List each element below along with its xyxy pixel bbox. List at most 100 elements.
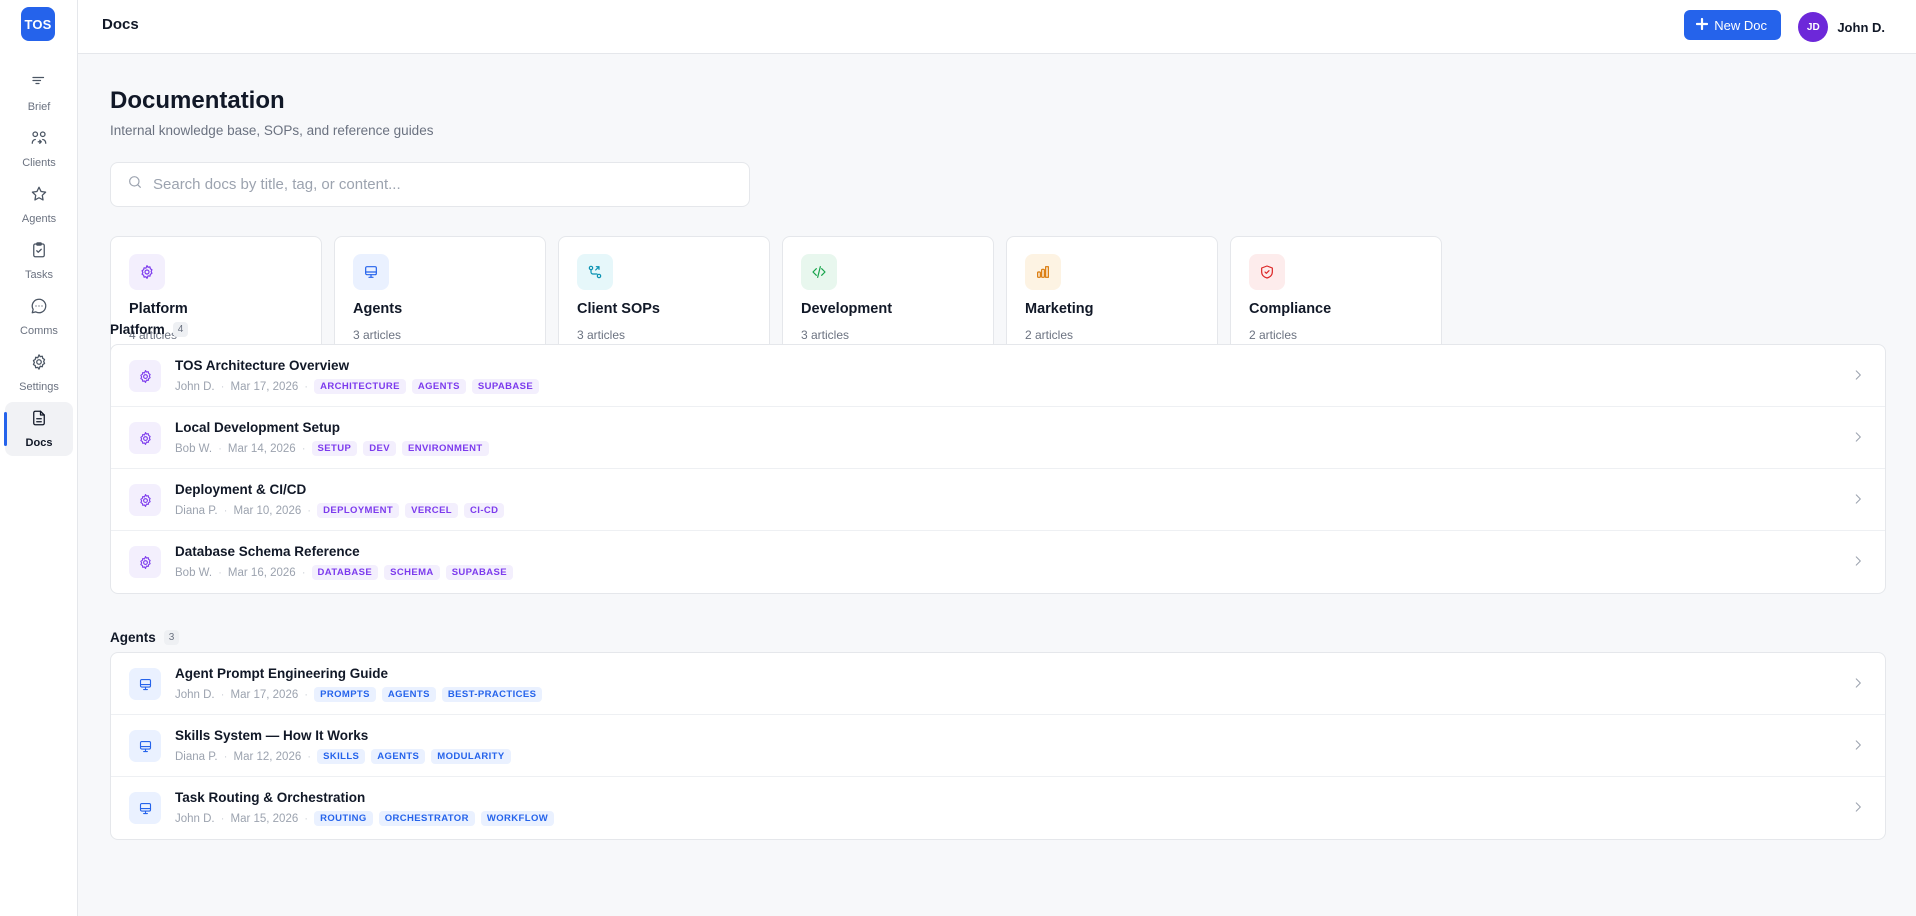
section-count: 4 [172,322,189,337]
doc-tag[interactable]: DEV [363,441,396,456]
doc-row[interactable]: TOS Architecture Overview John D. · Mar 17,… [111,345,1885,407]
gear-icon [30,353,48,376]
doc-title: TOS Architecture Overview [175,358,350,373]
doc-list: TOS Architecture Overview John D. · Mar 17,… [110,344,1886,594]
doc-author: John D. [175,688,215,701]
topbar: Docs New Doc JD John D. [78,0,1916,54]
doc-row[interactable]: Database Schema Reference Bob W. · Mar 16, … [111,531,1885,593]
doc-date: Mar 12, 2026 [233,750,302,763]
doc-tag[interactable]: SCHEMA [384,565,440,580]
separator-dot: · [223,750,228,763]
doc-meta: Bob W. · Mar 14, 2026 · SETUP DEV ENVIRONMENT [175,441,489,456]
sidebar-item-label: Settings [19,381,59,393]
doc-tag[interactable]: ENVIRONMENT [401,441,489,456]
doc-tag[interactable]: CI-CD [464,503,505,518]
sidebar-item-docs[interactable]: Docs [4,402,73,456]
section-header: Agents 3 [110,630,180,645]
doc-author: Diana P. [175,504,218,517]
category-count: 3 articles [577,328,626,342]
category-name: Agents [353,301,403,317]
doc-meta: John D. · Mar 17, 2026 · ARCHITECTURE AGENTS S… [175,379,540,394]
separator-dot: · [220,688,225,701]
doc-tag[interactable]: BEST-PRACTICES [441,687,543,702]
doc-tag[interactable]: ROUTING [314,811,373,826]
workflow-icon [577,254,613,290]
category-name: Marketing [1025,301,1094,317]
doc-tag[interactable]: WORKFLOW [480,811,555,826]
page-title: Documentation [110,87,285,114]
doc-tag[interactable]: SETUP [311,441,358,456]
sidebar-item-settings[interactable]: Settings [5,346,73,400]
section-title: Platform [110,322,165,337]
doc-tag[interactable]: VERCEL [405,503,459,518]
doc-tag[interactable]: AGENTS [381,687,436,702]
doc-list: Agent Prompt Engineering Guide John D. · Ma… [110,652,1886,840]
doc-author: John D. [175,380,215,393]
doc-row[interactable]: Local Development Setup Bob W. · Mar 14, 20… [111,407,1885,469]
doc-tag[interactable]: SUPABASE [471,379,540,394]
doc-author: Bob W. [175,442,213,455]
doc-row[interactable]: Skills System — How It Works Diana P. · Mar… [111,715,1885,777]
doc-tag[interactable]: SKILLS [317,749,366,764]
doc-meta: Diana P. · Mar 10, 2026 · DEPLOYMENT VERCEL CI… [175,503,505,518]
sidebar-item-label: Docs [25,437,53,449]
category-card-development[interactable]: Development 3 articles [782,236,994,360]
section-count: 3 [163,630,180,645]
doc-tag[interactable]: ORCHESTRATOR [378,811,475,826]
doc-row[interactable]: Task Routing & Orchestration John D. · Mar … [111,777,1885,839]
gear-icon [129,422,161,454]
doc-tag[interactable]: SUPABASE [445,565,513,580]
sidebar-item-agents[interactable]: Agents [5,178,73,232]
category-card-client-sops[interactable]: Client SOPs 3 articles [558,236,770,360]
doc-tag[interactable]: DATABASE [311,565,379,580]
category-name: Platform [129,301,188,317]
code-icon [801,254,837,290]
sidebar-item-tasks[interactable]: Tasks [5,234,73,288]
separator-dot: · [301,442,306,455]
sidebar-item-clients[interactable]: Clients [5,122,73,176]
category-name: Compliance [1249,301,1332,317]
new-doc-label: New Doc [1714,17,1767,33]
category-card-marketing[interactable]: Marketing 2 articles [1006,236,1218,360]
separator-dot: · [218,442,222,455]
sidebar-item-brief[interactable]: Brief [5,66,73,120]
doc-tag[interactable]: ARCHITECTURE [314,379,406,394]
category-card-agents[interactable]: Agents 3 articles [334,236,546,360]
separator-dot: · [304,812,309,825]
app-logo[interactable]: TOS [21,7,55,41]
doc-tag[interactable]: MODULARITY [431,749,511,764]
new-doc-button[interactable]: New Doc [1684,10,1781,40]
category-count: 2 articles [1249,328,1298,342]
separator-dot: · [307,750,312,763]
separator-dot: · [220,380,225,393]
category-card-platform[interactable]: Platform 4 articles [110,236,322,360]
doc-title: Database Schema Reference [175,544,360,559]
doc-tag[interactable]: PROMPTS [314,687,376,702]
doc-meta: John D. · Mar 15, 2026 · ROUTING ORCHESTRATOR… [175,811,555,826]
category-name: Client SOPs [577,301,660,317]
clipboard-icon [30,241,48,264]
doc-date: Mar 10, 2026 [233,504,302,517]
category-count: 3 articles [353,328,402,342]
section-header: Platform 4 [110,322,189,337]
user-name: John D. [1837,19,1885,35]
sidebar-item-comms[interactable]: Comms [5,290,73,344]
search-input[interactable] [153,176,713,193]
sidebar-item-label: Agents [21,213,57,225]
doc-title: Deployment & CI/CD [175,482,307,497]
search-icon [127,174,143,195]
doc-tag[interactable]: AGENTS [371,749,426,764]
sidebar-nav: Brief Clients Agents Tasks Comms Setting… [0,66,78,458]
search-box [110,162,750,207]
section-title: Agents [110,630,156,645]
brief-icon [30,73,48,96]
doc-tag[interactable]: DEPLOYMENT [317,503,400,518]
doc-row[interactable]: Agent Prompt Engineering Guide John D. · Ma… [111,653,1885,715]
doc-row[interactable]: Deployment & CI/CD Diana P. · Mar 10, 2026 ·… [111,469,1885,531]
chat-icon [30,297,48,320]
category-card-compliance[interactable]: Compliance 2 articles [1230,236,1442,360]
user-menu[interactable]: JD John D. [1798,12,1885,42]
doc-tag[interactable]: AGENTS [411,379,466,394]
avatar: JD [1798,12,1829,42]
shield-icon [1249,254,1285,290]
